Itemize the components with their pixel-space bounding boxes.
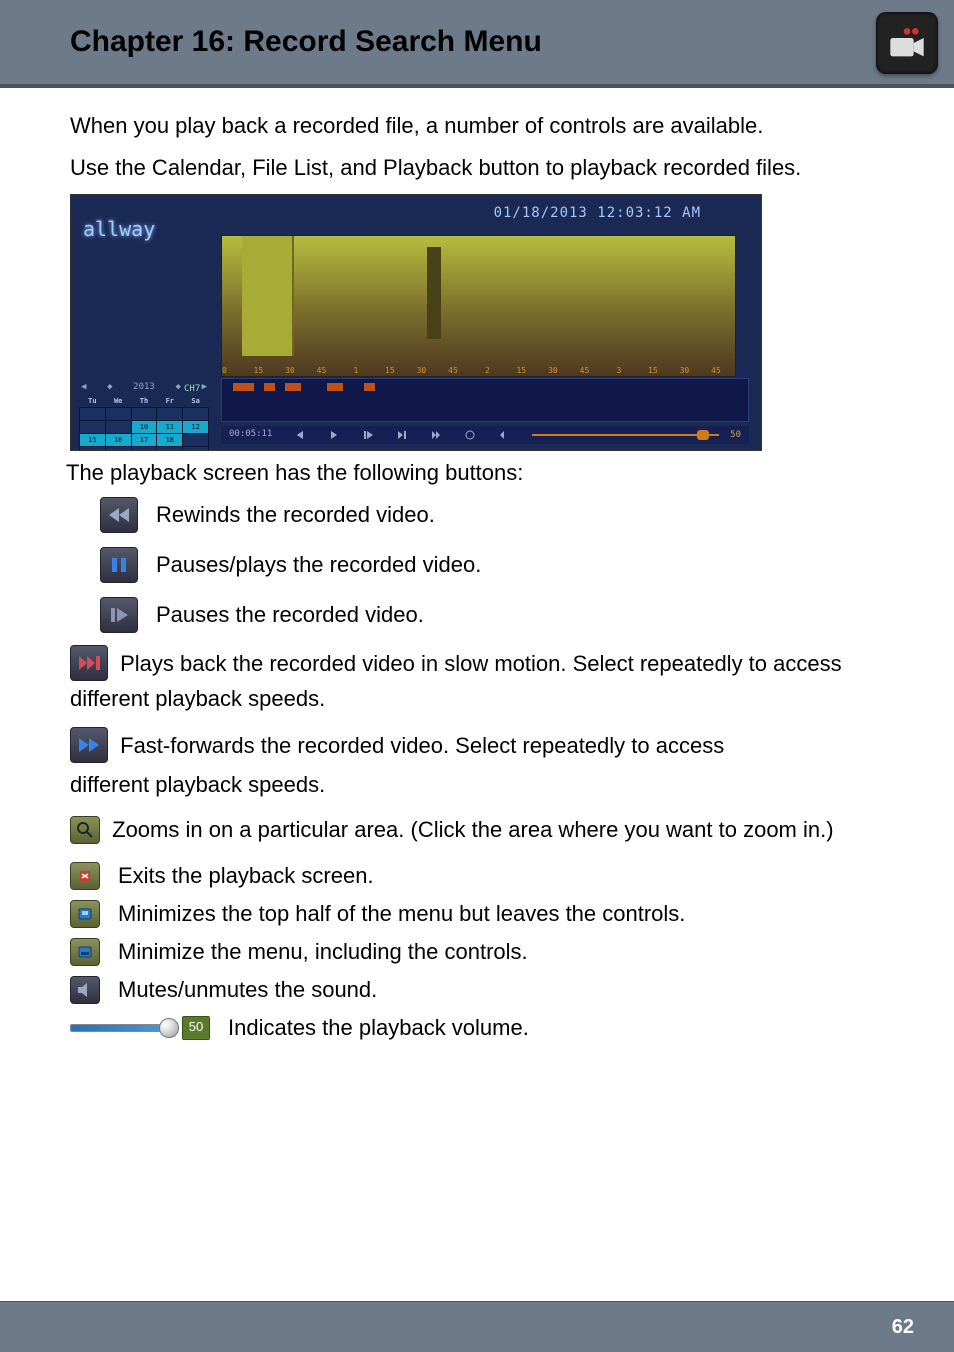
volume-badge: 50 (182, 1016, 210, 1040)
osd-timestamp: 01/18/2013 12:03:12 AM (494, 203, 701, 223)
brand-text: allway (83, 215, 155, 244)
row-mute: Mutes/unmutes the sound. (70, 974, 884, 1006)
row-volume: 50 Indicates the playback volume. (70, 1012, 884, 1044)
exit-desc: Exits the playback screen. (118, 860, 374, 892)
row-slow: Plays back the recorded video in slow mo… (70, 647, 884, 715)
row-minimize-all: Minimize the menu, including the control… (70, 936, 884, 968)
frame-step-desc: Pauses the recorded video. (156, 599, 424, 631)
minimize-top-desc: Minimizes the top half of the menu but l… (118, 898, 685, 930)
intro-text: When you play back a recorded file, a nu… (70, 110, 884, 184)
page-number: 62 (892, 1316, 914, 1339)
fast-forward-icon[interactable] (70, 727, 108, 763)
minimize-all-icon[interactable] (70, 938, 100, 966)
frame-step-icon[interactable] (100, 597, 138, 633)
intro-line-2: Use the Calendar, File List, and Playbac… (70, 152, 884, 184)
zoom-icon[interactable] (70, 816, 100, 844)
row-frame-step: Pauses the recorded video. (100, 597, 884, 633)
rewind-desc: Rewinds the recorded video. (156, 499, 435, 531)
volume-desc: Indicates the playback volume. (228, 1012, 529, 1044)
volume-slider[interactable]: 50 (70, 1017, 210, 1039)
pause-play-desc: Pauses/plays the recorded video. (156, 549, 481, 581)
section-label: The playback screen has the following bu… (66, 457, 884, 489)
camera-icon (876, 12, 938, 74)
slow-desc: Plays back the recorded video in slow mo… (70, 650, 842, 710)
exit-icon[interactable] (70, 862, 100, 890)
content-area: When you play back a recorded file, a nu… (0, 88, 954, 1044)
minimize-top-icon[interactable] (70, 900, 100, 928)
row-exit: Exits the playback screen. (70, 860, 884, 892)
slow-motion-icon[interactable] (70, 645, 108, 681)
chapter-title: Chapter 16: Record Search Menu (70, 25, 542, 59)
pause-icon[interactable] (100, 547, 138, 583)
mute-icon[interactable] (70, 976, 100, 1004)
minimize-all-desc: Minimize the menu, including the control… (118, 936, 528, 968)
row-fast: Fast-forwards the recorded video. Select… (70, 729, 884, 765)
mute-desc: Mutes/unmutes the sound. (118, 974, 377, 1006)
fast-desc: Fast-forwards the recorded video. Select… (120, 732, 724, 757)
row-minimize-top: Minimizes the top half of the menu but l… (70, 898, 884, 930)
intro-line-1: When you play back a recorded file, a nu… (70, 110, 884, 142)
fast-cont-desc: different playback speeds. (70, 769, 884, 801)
row-pause-play: Pauses/plays the recorded video. (100, 547, 884, 583)
zoom-desc: Zooms in on a particular area. (Click th… (112, 817, 833, 842)
chapter-header: Chapter 16: Record Search Menu (0, 0, 954, 88)
page: Chapter 16: Record Search Menu When you … (0, 0, 954, 1352)
footer-bar: 62 (0, 1301, 954, 1352)
timeline: CH7 0 15 30 45 1 15 30 45 2 15 30 45 3 1… (221, 378, 749, 422)
rewind-icon[interactable] (100, 497, 138, 533)
playback-bottombar: 00:05:11 50 (221, 426, 749, 444)
row-rewind: Rewinds the recorded video. (100, 497, 884, 533)
video-frame (221, 235, 736, 377)
row-zoom: Zooms in on a particular area. (Click th… (70, 814, 884, 846)
playback-screenshot: allway 01/18/2013 12:03:12 AM ◀◆2013◆▶ T… (70, 194, 762, 451)
